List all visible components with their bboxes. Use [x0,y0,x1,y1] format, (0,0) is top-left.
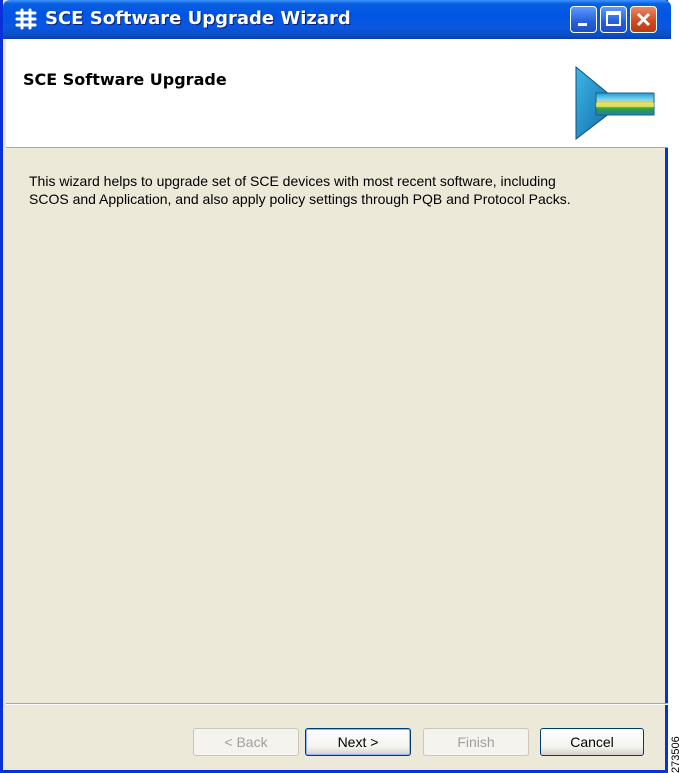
maximize-icon [606,11,621,26]
wizard-header: SCE Software Upgrade [6,39,668,148]
back-button[interactable]: < Back [193,728,299,756]
description-line-1: This wizard helps to upgrade set of SCE … [29,173,556,189]
next-button[interactable]: Next > [305,728,411,756]
title-bar[interactable]: SCE Software Upgrade Wizard [3,0,671,39]
cancel-button[interactable]: Cancel [540,728,644,756]
close-button[interactable] [630,6,657,33]
page-title: SCE Software Upgrade [23,70,227,89]
figure-id: 273506 [670,736,682,773]
button-bar-divider [6,703,668,705]
wizard-banner-icon [575,65,655,141]
wizard-window: SCE Software Upgrade Wizard SCE Software… [0,0,671,773]
close-icon [636,12,651,27]
wizard-description: This wizard helps to upgrade set of SCE … [29,172,649,208]
finish-button[interactable]: Finish [423,728,529,756]
app-icon [14,7,38,31]
maximize-button[interactable] [600,6,627,33]
description-line-2: SCOS and Application, and also apply pol… [29,191,571,207]
window-title: SCE Software Upgrade Wizard [45,8,351,29]
minimize-button[interactable] [570,6,597,33]
minimize-icon [578,23,587,26]
